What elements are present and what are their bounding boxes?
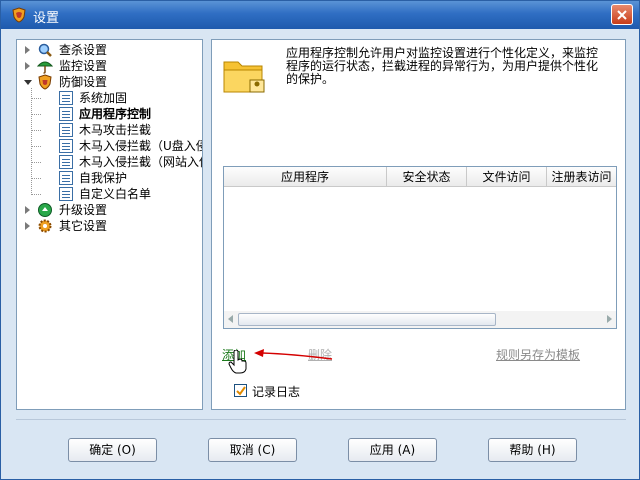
tree-item-upgrade-settings[interactable]: 升级设置: [17, 202, 202, 218]
scroll-left-arrow-icon[interactable]: [228, 315, 233, 323]
tree-item-trojan-usb-block[interactable]: 木马入侵拦截（U盘入侵: [17, 138, 202, 154]
apply-button[interactable]: 应用 (A): [348, 438, 437, 462]
page-icon: [59, 91, 73, 105]
tree-item-label: 木马入侵拦截（U盘入侵: [79, 139, 202, 153]
scan-magnifier-icon: [38, 43, 52, 57]
horizontal-scrollbar[interactable]: [224, 311, 616, 328]
tree-item-label: 其它设置: [59, 219, 108, 233]
ok-button[interactable]: 确定 (O): [68, 438, 157, 462]
tree-item-custom-whitelist[interactable]: 自定义白名单: [17, 186, 202, 202]
checkmark-icon: [236, 386, 246, 396]
scroll-right-arrow-icon[interactable]: [607, 315, 612, 323]
cancel-button[interactable]: 取消 (C): [208, 438, 297, 462]
dialog-button-bar: 确定 (O) 取消 (C) 应用 (A) 帮助 (H): [16, 419, 626, 469]
defense-shield-icon: [38, 74, 52, 90]
tree-item-label: 木马入侵拦截（网站入侵: [79, 155, 202, 169]
tree-item-app-control[interactable]: 应用程序控制: [17, 106, 202, 122]
tree-item-self-protection[interactable]: 自我保护: [17, 170, 202, 186]
log-label: 记录日志: [252, 385, 301, 399]
tree-item-label: 自我保护: [79, 171, 128, 185]
page-icon: [59, 139, 73, 153]
hand-cursor-icon: [228, 350, 247, 374]
page-icon: [59, 123, 73, 137]
page-icon: [59, 155, 73, 169]
save-as-template-link[interactable]: 规则另存为模板: [496, 346, 580, 363]
settings-window: 设置 查杀设置 监控设置 防御设置 系统加固 应用程序控制 木马攻击拦截 木马入…: [0, 0, 640, 480]
tree-item-label: 升级设置: [59, 203, 108, 217]
close-icon: [617, 10, 627, 20]
tree-item-label: 查杀设置: [59, 43, 108, 57]
feature-description: 应用程序控制允许用户对监控设置进行个性化定义，来监控程序的运行状态，拦截进程的异…: [286, 46, 599, 86]
expand-arrow-icon[interactable]: [25, 206, 30, 214]
collapse-arrow-icon[interactable]: [24, 80, 32, 89]
app-shield-icon: [12, 7, 26, 23]
tree-item-label: 防御设置: [59, 75, 108, 89]
tree-item-label: 系统加固: [79, 91, 128, 105]
expand-arrow-icon[interactable]: [25, 222, 30, 230]
tree-item-trojan-attack-block[interactable]: 木马攻击拦截: [17, 122, 202, 138]
upgrade-globe-icon: [38, 203, 52, 217]
tree-item-defense-settings[interactable]: 防御设置: [17, 74, 202, 90]
scroll-thumb[interactable]: [238, 313, 496, 326]
column-header-file-access[interactable]: 文件访问: [467, 167, 547, 187]
app-rules-table[interactable]: 应用程序 安全状态 文件访问 注册表访问: [223, 166, 617, 329]
column-header-application[interactable]: 应用程序: [224, 167, 387, 187]
tree-item-system-hardening[interactable]: 系统加固: [17, 90, 202, 106]
folder-icon: [223, 61, 265, 93]
tree-item-other-settings[interactable]: 其它设置: [17, 218, 202, 234]
tree-item-scan-settings[interactable]: 查杀设置: [17, 42, 202, 58]
page-icon: [59, 107, 73, 121]
window-title: 设置: [33, 11, 60, 26]
column-header-registry-access[interactable]: 注册表访问: [547, 167, 616, 187]
content-panel: 应用程序控制允许用户对监控设置进行个性化定义，来监控程序的运行状态，拦截进程的异…: [211, 39, 626, 410]
umbrella-icon: [37, 61, 53, 74]
log-checkbox[interactable]: [234, 384, 247, 397]
page-icon: [59, 171, 73, 185]
help-button[interactable]: 帮助 (H): [488, 438, 577, 462]
annotation-arrow-icon: [254, 349, 333, 360]
tree-item-label: 监控设置: [59, 59, 108, 73]
tree-item-label: 自定义白名单: [79, 187, 152, 201]
tree-item-label: 应用程序控制: [79, 107, 152, 121]
expand-arrow-icon[interactable]: [25, 62, 30, 70]
tree-item-label: 木马攻击拦截: [79, 123, 152, 137]
title-bar[interactable]: 设置: [1, 1, 639, 29]
gear-icon: [38, 219, 52, 233]
tree-item-monitor-settings[interactable]: 监控设置: [17, 58, 202, 74]
table-header: 应用程序 安全状态 文件访问 注册表访问: [224, 167, 616, 187]
page-icon: [59, 187, 73, 201]
tree-item-trojan-web-block[interactable]: 木马入侵拦截（网站入侵: [17, 154, 202, 170]
expand-arrow-icon[interactable]: [25, 46, 30, 54]
close-button[interactable]: [611, 4, 633, 25]
column-header-security-status[interactable]: 安全状态: [387, 167, 467, 187]
settings-tree[interactable]: 查杀设置 监控设置 防御设置 系统加固 应用程序控制 木马攻击拦截 木马入侵拦截…: [16, 39, 203, 410]
